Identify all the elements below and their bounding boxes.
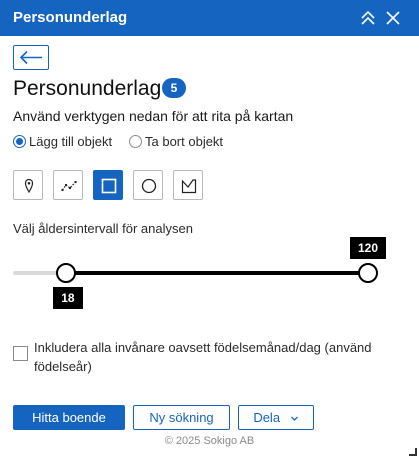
include-all-checkbox[interactable] xyxy=(13,346,28,361)
tool-polyline[interactable] xyxy=(53,170,83,200)
resize-grip-icon[interactable] xyxy=(409,448,417,456)
tool-rectangle[interactable] xyxy=(93,170,123,200)
slider-thumb-high[interactable] xyxy=(358,263,378,283)
close-button[interactable] xyxy=(383,8,403,28)
share-button[interactable]: Dela xyxy=(238,405,314,430)
radio-add-objects[interactable]: Lägg till objekt xyxy=(13,133,112,149)
radio-label-remove: Ta bort objekt xyxy=(145,133,224,149)
radio-button-remove[interactable] xyxy=(129,134,142,148)
new-search-button[interactable]: Ny sökning xyxy=(133,405,230,430)
point-pin-icon xyxy=(24,178,34,194)
slider-track-selected xyxy=(66,271,368,275)
slider-low-value: 18 xyxy=(53,287,83,309)
find-residents-button[interactable]: Hitta boende xyxy=(13,405,125,430)
collapse-button[interactable] xyxy=(358,8,378,28)
close-icon xyxy=(386,11,400,25)
radio-remove-objects[interactable]: Ta bort objekt xyxy=(129,133,223,149)
rectangle-icon xyxy=(101,178,117,194)
radio-button-add[interactable] xyxy=(13,134,26,148)
count-badge: 5 xyxy=(162,78,186,98)
circle-icon xyxy=(141,178,157,194)
double-chevron-up-icon xyxy=(361,10,375,25)
slider-thumb-low[interactable] xyxy=(56,263,77,283)
arrow-left-icon xyxy=(19,50,42,65)
share-button-label: Dela xyxy=(253,410,281,425)
back-button[interactable] xyxy=(13,45,49,70)
tool-freehand-polygon[interactable] xyxy=(173,170,203,200)
page-title: Personunderlag xyxy=(13,77,162,100)
tool-point[interactable] xyxy=(13,170,43,200)
copyright-footer: © 2025 Sokigo AB xyxy=(164,435,255,447)
instruction-text: Använd verktygen nedan för att rita på k… xyxy=(13,108,294,124)
chevron-down-icon xyxy=(290,416,298,421)
polyline-icon xyxy=(61,181,77,191)
age-slider-label: Välj åldersintervall för analysen xyxy=(13,221,193,236)
tool-circle[interactable] xyxy=(133,170,163,200)
header-title: Personunderlag xyxy=(13,9,128,26)
radio-label-add: Lägg till objekt xyxy=(29,133,113,149)
freehand-polygon-icon xyxy=(181,179,197,194)
panel-header: Personunderlag xyxy=(0,0,419,36)
include-all-label: Inkludera alla invånare oavsett födelsem… xyxy=(34,340,372,374)
slider-high-value: 120 xyxy=(350,237,387,259)
